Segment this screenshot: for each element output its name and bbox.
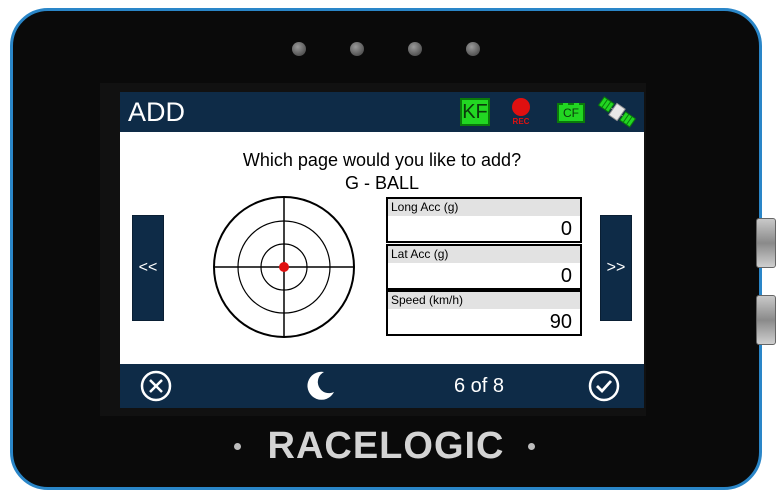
brand-logo: RACELOGIC <box>267 425 505 467</box>
record-icon <box>512 98 530 116</box>
lat-acc-label: Lat Acc (g) <box>388 246 580 263</box>
indicator-led <box>292 42 306 56</box>
indicator-led <box>466 42 480 56</box>
cancel-icon[interactable] <box>140 370 172 402</box>
speed-value: 90 <box>549 311 572 333</box>
side-button-lower[interactable] <box>756 295 776 345</box>
kf-status-icon: KF <box>460 98 490 126</box>
page-indicator: 6 of 8 <box>454 375 505 397</box>
lat-acc-value: 0 <box>560 265 572 287</box>
screen: ADD KF REC CF Which page would you like … <box>120 92 644 408</box>
long-acc-panel: Long Acc (g) 0 <box>386 197 582 243</box>
side-button-upper[interactable] <box>756 218 776 268</box>
record-label: REC <box>512 117 530 126</box>
cf-card-icon: CF <box>557 103 585 123</box>
previous-page-button[interactable]: << <box>132 215 164 321</box>
page-name: G - BALL <box>344 173 420 193</box>
indicator-led <box>408 42 422 56</box>
page-title: ADD <box>128 97 186 127</box>
next-page-button[interactable]: >> <box>600 215 632 321</box>
speed-panel: Speed (km/h) 90 <box>386 290 582 336</box>
indicator-led <box>350 42 364 56</box>
lat-acc-panel: Lat Acc (g) 0 <box>386 244 582 290</box>
speed-label: Speed (km/h) <box>388 292 580 309</box>
confirm-icon[interactable] <box>588 370 620 402</box>
long-acc-label: Long Acc (g) <box>388 199 580 216</box>
satellite-icon <box>598 96 636 128</box>
night-mode-icon[interactable] <box>304 370 336 402</box>
top-bar: ADD KF REC CF <box>120 92 644 132</box>
add-page-question: Which page would you like to add? <box>242 150 522 170</box>
bottom-bar: 6 of 8 <box>120 364 644 408</box>
long-acc-value: 0 <box>560 218 572 240</box>
g-ball-display <box>213 196 355 338</box>
g-ball-dot <box>279 262 289 272</box>
